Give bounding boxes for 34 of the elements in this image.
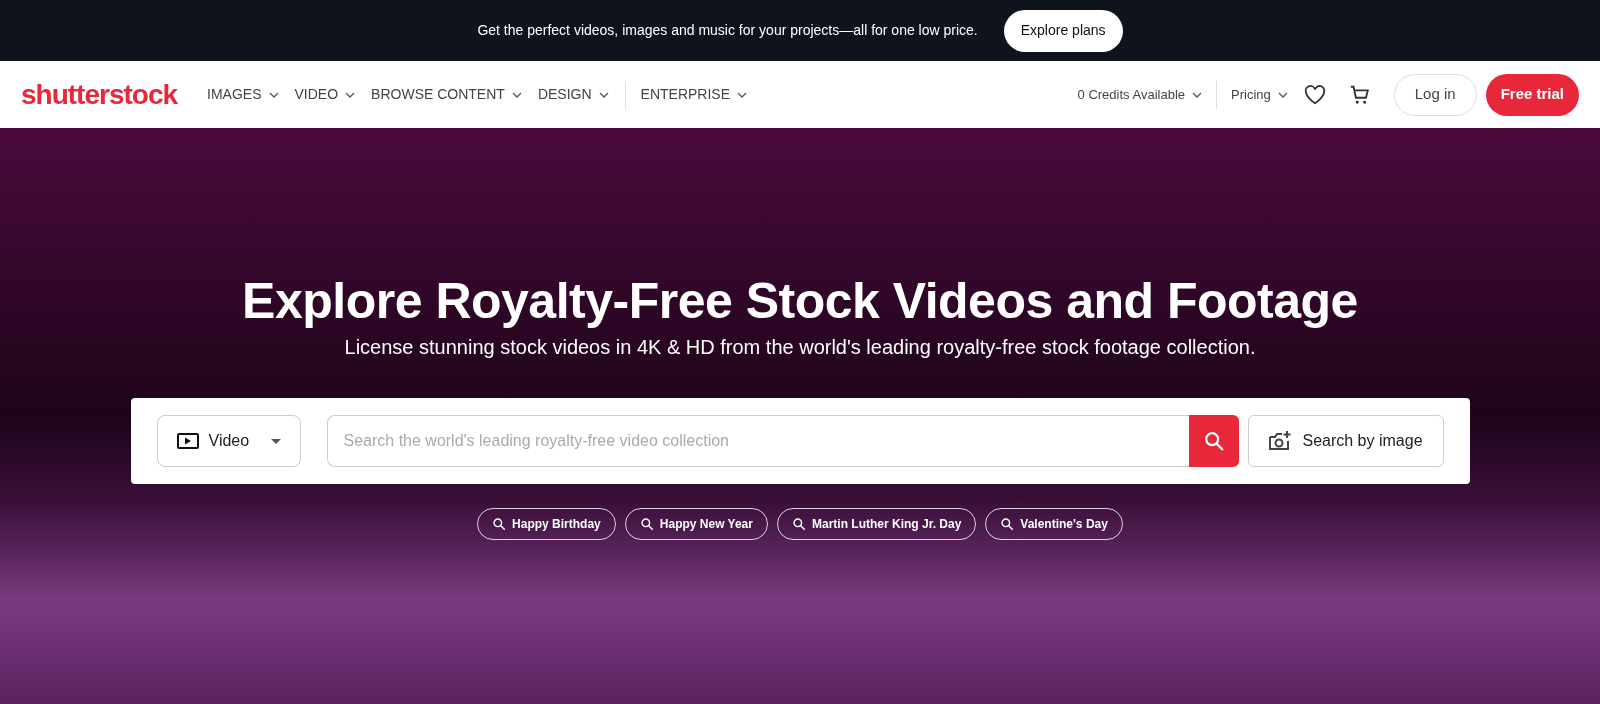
- camera-icon: [1268, 430, 1293, 452]
- search-icon: [492, 517, 507, 531]
- credits-menu[interactable]: 0 Credits Available: [1077, 84, 1202, 105]
- search-icon: [791, 517, 806, 531]
- chevron-down-icon: [345, 91, 356, 98]
- nav-menu-item[interactable]: VIDEO: [294, 84, 356, 105]
- nav-menu-item[interactable]: ENTERPRISE: [640, 84, 748, 105]
- promo-text: Get the perfect videos, images and music for your projects—all for one low price.: [477, 21, 978, 40]
- chevron-down-icon: [737, 91, 748, 98]
- search-icon: [639, 517, 654, 531]
- explore-plans-button[interactable]: Explore plans: [1003, 9, 1123, 52]
- logo[interactable]: shutterstock: [21, 73, 178, 116]
- chevron-down-icon: [511, 91, 522, 98]
- free-trial-button[interactable]: Free trial: [1485, 73, 1579, 116]
- search-button[interactable]: [1188, 415, 1239, 467]
- chevron-down-icon: [598, 91, 609, 98]
- chevron-down-icon: [1277, 91, 1288, 98]
- cart-icon[interactable]: [1348, 83, 1371, 106]
- nav-menu-item[interactable]: BROWSE CONTENT: [371, 84, 522, 105]
- search-by-image-button[interactable]: Search by image: [1247, 415, 1444, 467]
- video-icon: [176, 432, 199, 450]
- search-field[interactable]: Search the world's leading royalty-free video collection: [326, 415, 1189, 467]
- media-type-dropdown[interactable]: Video: [156, 415, 301, 467]
- heart-icon[interactable]: [1303, 84, 1326, 105]
- search-icon: [1000, 517, 1015, 531]
- hero-subtitle: License stunning stock videos in 4K & HD from the world's leading royalty-free stock footage collection.: [344, 335, 1256, 360]
- caret-icon: [270, 438, 281, 444]
- chevron-down-icon: [1192, 91, 1202, 98]
- nav-menu-item[interactable]: DESIGN: [537, 84, 609, 105]
- hero-title: Explore Royalty-Free Stock Videos and Footage: [242, 272, 1358, 330]
- pricing-menu[interactable]: Pricing: [1231, 84, 1288, 105]
- chevron-down-icon: [268, 91, 279, 98]
- nav-menu-item[interactable]: IMAGES: [207, 84, 279, 105]
- search-icon: [1202, 430, 1225, 452]
